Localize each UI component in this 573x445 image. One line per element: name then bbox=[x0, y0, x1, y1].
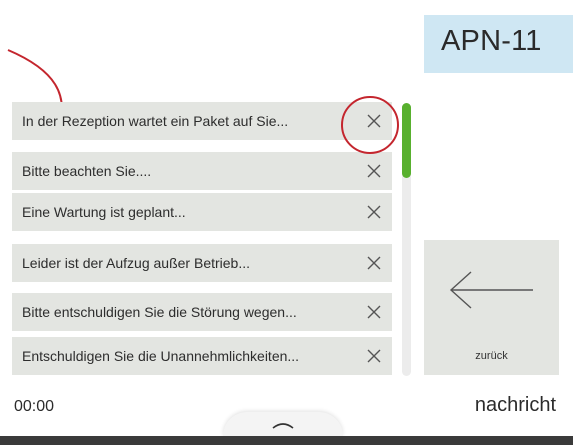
mode-label: nachricht bbox=[474, 394, 556, 416]
list-item[interactable]: Entschuldigen Sie die Unannehmlichkeiten… bbox=[12, 337, 392, 375]
drawer-handle[interactable] bbox=[223, 412, 343, 436]
list-item[interactable]: Bitte beachten Sie.... bbox=[12, 152, 392, 190]
close-icon[interactable] bbox=[366, 204, 382, 220]
arrow-left-icon bbox=[449, 271, 533, 309]
message-label: In der Rezeption wartet ein Paket auf Si… bbox=[22, 113, 289, 129]
chevron-up-icon bbox=[272, 423, 294, 429]
back-button[interactable]: zurück bbox=[424, 240, 559, 375]
back-button-label: zurück bbox=[475, 350, 508, 362]
annotation-circle bbox=[341, 96, 399, 154]
message-label: Entschuldigen Sie die Unannehmlichkeiten… bbox=[22, 348, 300, 364]
close-icon[interactable] bbox=[366, 304, 382, 320]
close-icon[interactable] bbox=[366, 348, 382, 364]
scrollbar-thumb[interactable] bbox=[402, 103, 411, 178]
list-item[interactable]: Leider ist der Aufzug außer Betrieb... bbox=[12, 244, 392, 282]
device-tag-box: APN-11 bbox=[424, 15, 573, 73]
list-item[interactable]: Bitte entschuldigen Sie die Störung wege… bbox=[12, 293, 392, 331]
clock-time: 00:00 bbox=[14, 398, 55, 415]
list-item[interactable]: In der Rezeption wartet ein Paket auf Si… bbox=[12, 102, 392, 140]
message-label: Leider ist der Aufzug außer Betrieb... bbox=[22, 255, 251, 271]
message-label: Bitte entschuldigen Sie die Störung wege… bbox=[22, 304, 297, 320]
message-label: Bitte beachten Sie.... bbox=[22, 163, 152, 179]
message-label: Eine Wartung ist geplant... bbox=[22, 204, 186, 220]
close-icon[interactable] bbox=[366, 163, 382, 179]
scrollbar[interactable] bbox=[402, 103, 411, 376]
device-tag-label: APN-11 bbox=[441, 25, 542, 57]
list-item[interactable]: Eine Wartung ist geplant... bbox=[12, 193, 392, 231]
close-icon[interactable] bbox=[366, 255, 382, 271]
device-bezel bbox=[0, 436, 573, 445]
